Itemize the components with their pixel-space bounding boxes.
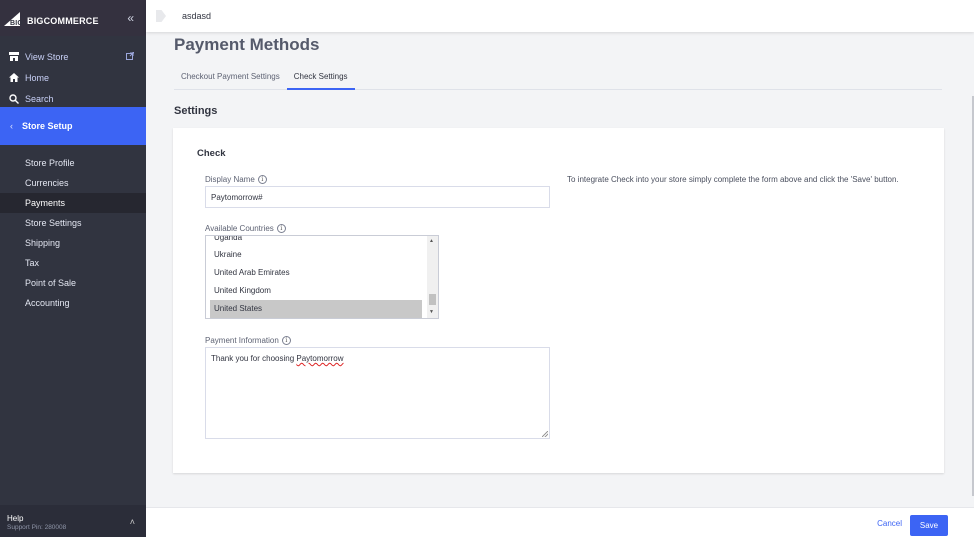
nav-search[interactable]: Search (0, 88, 146, 109)
tab-check-settings[interactable]: Check Settings (286, 65, 355, 90)
chevron-left-icon: ‹ (10, 121, 13, 131)
nav-home[interactable]: Home (0, 67, 146, 88)
payment-info-text: Thank you for choosing (211, 354, 297, 363)
settings-heading: Settings (174, 105, 218, 117)
support-pin: Support Pin: 280008 (7, 524, 67, 531)
nav-label: Search (25, 93, 54, 104)
sidebar-top-nav: View Store Home Search (0, 36, 146, 109)
main-content: Payment Methods Checkout Payment Setting… (146, 32, 974, 507)
info-icon[interactable]: i (281, 336, 291, 345)
store-setup-menu: Store Profile Currencies Payments Store … (0, 153, 146, 313)
bigcommerce-logo-mark: BIG (4, 12, 23, 26)
country-option-united-arab-emirates[interactable]: United Arab Emirates (210, 264, 422, 282)
page-title: Payment Methods (174, 35, 320, 54)
payment-info-misspelled-word: Paytomorrow (296, 354, 344, 363)
display-name-input[interactable]: Paytomorrow# (205, 186, 550, 208)
sidebar-item-payments[interactable]: Payments (0, 193, 146, 213)
sidebar-item-point-of-sale[interactable]: Point of Sale (0, 273, 146, 293)
top-bar: asdasd (146, 0, 974, 32)
available-countries-list[interactable]: Uganda Ukraine United Arab Emirates Unit… (205, 235, 439, 319)
card-title: Check (197, 148, 226, 159)
storefront-icon (8, 51, 20, 63)
sidebar-item-currencies[interactable]: Currencies (0, 173, 146, 193)
scroll-down-arrow-icon[interactable]: ▼ (429, 309, 434, 315)
action-footer: Cancel Save (146, 507, 974, 537)
country-option-united-kingdom[interactable]: United Kingdom (210, 282, 422, 300)
sidebar-item-tax[interactable]: Tax (0, 253, 146, 273)
help-label: Help (7, 514, 24, 523)
sidebar: BIG BIGCOMMERCE « View Store Home Search… (0, 0, 146, 537)
search-icon (8, 93, 20, 105)
store-flag-icon (156, 10, 166, 22)
logo-text: BIGCOMMERCE (27, 16, 99, 26)
nav-view-store[interactable]: View Store (0, 46, 146, 67)
info-icon[interactable]: i (276, 224, 286, 233)
country-option-ukraine[interactable]: Ukraine (210, 246, 422, 264)
external-link-icon (126, 51, 135, 62)
display-name-label-text: Display Name (205, 175, 255, 184)
save-button[interactable]: Save (910, 515, 948, 536)
sidebar-item-accounting[interactable]: Accounting (0, 293, 146, 313)
chevron-up-icon[interactable]: ˄ (130, 517, 135, 527)
bigcommerce-logo[interactable]: BIG BIGCOMMERCE (4, 10, 99, 26)
svg-text:BIG: BIG (10, 20, 23, 26)
resize-handle-icon[interactable] (542, 431, 548, 437)
payment-information-textarea[interactable]: Thank you for choosing Paytomorrow (205, 347, 550, 439)
section-label: Store Setup (22, 121, 73, 131)
cancel-button[interactable]: Cancel (877, 519, 902, 528)
sidebar-item-store-settings[interactable]: Store Settings (0, 213, 146, 233)
store-name[interactable]: asdasd (182, 11, 211, 21)
scroll-up-arrow-icon[interactable]: ▲ (429, 238, 434, 244)
sidebar-item-shipping[interactable]: Shipping (0, 233, 146, 253)
available-countries-label-text: Available Countries (205, 224, 274, 233)
scrollbar-thumb[interactable] (429, 294, 436, 305)
sidebar-item-store-profile[interactable]: Store Profile (0, 153, 146, 173)
nav-label: View Store (25, 51, 69, 62)
integration-help-text: To integrate Check into your store simpl… (567, 175, 899, 184)
countries-scrollbar[interactable]: ▲ ▼ (427, 236, 438, 318)
store-setup-section[interactable]: ‹ Store Setup (0, 107, 146, 145)
payment-information-label-text: Payment Information (205, 336, 279, 345)
help-panel[interactable]: Help Support Pin: 280008 ˄ (0, 505, 146, 537)
home-icon (8, 72, 20, 84)
logo-row: BIG BIGCOMMERCE « (0, 0, 146, 36)
collapse-sidebar-icon[interactable]: « (127, 11, 134, 25)
nav-label: Home (25, 72, 50, 83)
display-name-label: Display Name i (205, 175, 267, 184)
available-countries-label: Available Countries i (205, 224, 286, 233)
tab-bar: Checkout Payment Settings Check Settings (174, 65, 942, 90)
info-icon[interactable]: i (257, 175, 267, 184)
country-option-united-states[interactable]: United States (210, 300, 422, 318)
check-settings-card: Check Display Name i Paytomorrow# To int… (173, 128, 944, 473)
tab-checkout-payment-settings[interactable]: Checkout Payment Settings (174, 65, 287, 90)
payment-information-label: Payment Information i (205, 336, 291, 345)
